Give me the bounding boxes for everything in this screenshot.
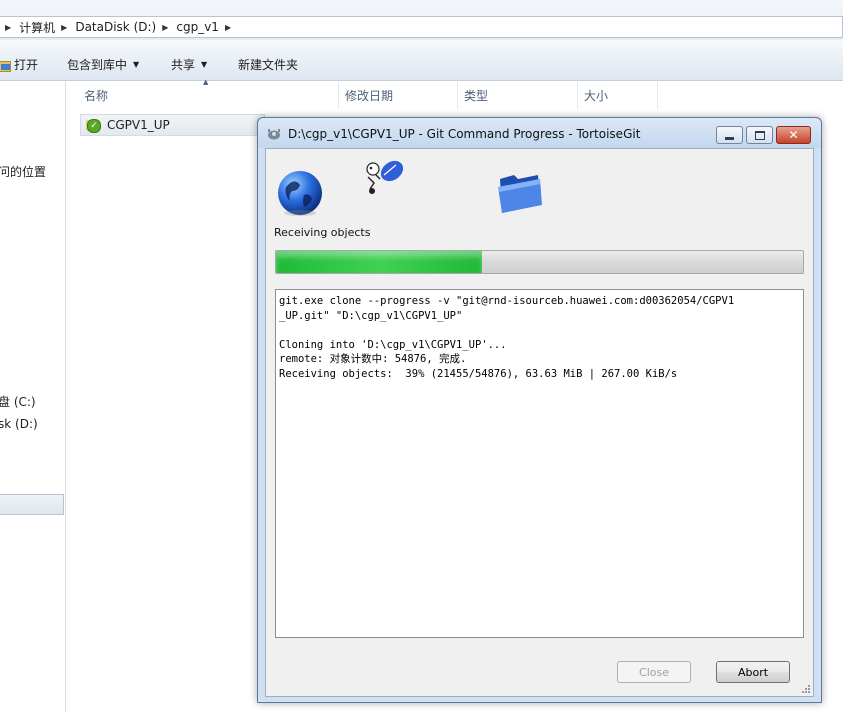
log-line: git.exe clone --progress -v "git@rnd-iso… [279, 295, 735, 307]
log-line: Cloning into 'D:\cgp_v1\CGPV1_UP'... [279, 338, 507, 351]
maximize-icon [754, 130, 765, 140]
share-button[interactable]: 共享 ▼ [171, 56, 207, 73]
git-progress-dialog: D:\cgp_v1\CGPV1_UP - Git Command Progres… [257, 117, 822, 703]
close-icon: ✕ [788, 128, 799, 142]
tortoisegit-icon [268, 129, 280, 140]
nav-selected-highlight [0, 494, 64, 515]
file-name: CGPV1_UP [107, 118, 170, 132]
minimize-icon [725, 136, 734, 140]
breadcrumb-root-arrow[interactable]: ▶ [5, 23, 19, 32]
column-header-date[interactable]: 修改日期 [339, 82, 458, 109]
breadcrumb-computer[interactable]: 计算机 ▶ [19, 19, 75, 36]
file-row-cgpv1-up[interactable]: ✓ CGPV1_UP [80, 114, 265, 136]
dropdown-arrow-icon: ▼ [201, 60, 208, 69]
git-transfer-icon [366, 160, 404, 194]
resize-grip-icon[interactable] [801, 684, 811, 694]
abort-button[interactable]: Abort [716, 661, 790, 683]
breadcrumb-datadisk[interactable]: DataDisk (D:) ▶ [75, 20, 176, 34]
folder-icon [498, 175, 542, 213]
dialog-title: D:\cgp_v1\CGPV1_UP - Git Command Progres… [288, 127, 641, 141]
minimize-button[interactable] [716, 126, 743, 144]
include-in-library-button[interactable]: 包含到库中 ▼ [67, 56, 139, 73]
log-line: _UP.git" "D:\cgp_v1\CGPV1_UP" [279, 309, 463, 322]
nav-drive-c[interactable]: 盘 (C:) [0, 393, 36, 410]
sort-up-icon: ▲ [203, 78, 209, 86]
nav-drive-d[interactable]: sk (D:) [0, 417, 38, 431]
git-folder-icon: ✓ [85, 118, 101, 133]
column-header-name[interactable]: 名称 [78, 82, 339, 109]
breadcrumb-cgp-v1[interactable]: cgp_v1 ▶ [176, 20, 239, 34]
progress-bar-fill [276, 251, 482, 273]
open-button[interactable]: 打开 [0, 56, 38, 73]
dialog-titlebar[interactable]: D:\cgp_v1\CGPV1_UP - Git Command Progres… [258, 118, 821, 148]
log-line: Receiving objects: 39% (21455/54876), 63… [279, 367, 678, 380]
globe-icon [278, 171, 322, 216]
column-header-size[interactable]: 大小 [578, 82, 658, 109]
log-line: remote: 对象计数中: 54876, 完成. [279, 353, 467, 365]
navigation-pane[interactable]: 问的位置 盘 (C:) sk (D:) [0, 81, 66, 712]
explorer-toolbar: 打开 包含到库中 ▼ 共享 ▼ 新建文件夹 [0, 40, 843, 81]
open-icon [0, 59, 11, 72]
progress-status-label: Receiving objects [274, 226, 371, 239]
dropdown-arrow-icon: ▼ [133, 60, 140, 69]
dialog-content: Receiving objects git.exe clone --progre… [265, 148, 814, 697]
close-window-button[interactable]: ✕ [776, 126, 811, 144]
close-button[interactable]: Close [617, 661, 691, 683]
nav-recent-places[interactable]: 问的位置 [0, 163, 46, 180]
explorer-address-bar: ▶ 计算机 ▶ DataDisk (D:) ▶ cgp_v1 ▶ [0, 0, 843, 41]
maximize-button[interactable] [746, 126, 773, 144]
command-output-log[interactable]: git.exe clone --progress -v "git@rnd-iso… [275, 289, 804, 638]
breadcrumb[interactable]: ▶ 计算机 ▶ DataDisk (D:) ▶ cgp_v1 ▶ [0, 16, 843, 38]
new-folder-button[interactable]: 新建文件夹 [238, 56, 298, 73]
progress-bar [275, 250, 804, 274]
column-header-type[interactable]: 类型 [458, 82, 578, 109]
